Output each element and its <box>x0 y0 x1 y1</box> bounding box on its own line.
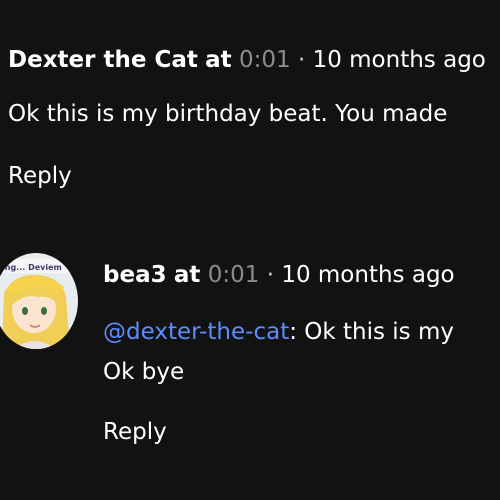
comment-at-label: at <box>173 262 201 288</box>
comment-at-label: at <box>205 47 232 73</box>
comment-age: 10 months ago <box>312 47 486 73</box>
user-avatar-icon: ing... Deviem <box>0 253 78 349</box>
comment-age: 10 months ago <box>281 262 455 288</box>
comment-thread: Dexter the Cat at 0:01 · 10 months ago O… <box>0 0 500 500</box>
comment-body: @dexter-the-cat: Ok this is my <box>103 315 454 349</box>
comment-author[interactable]: Dexter the Cat <box>8 47 198 73</box>
reply-button[interactable]: Reply <box>103 417 167 447</box>
meta-separator: · <box>297 47 306 73</box>
reply-button[interactable]: Reply <box>8 161 72 191</box>
meta-separator: · <box>266 262 275 288</box>
comment-timecode[interactable]: 0:01 <box>208 262 260 288</box>
avatar[interactable]: ing... Deviem <box>0 253 78 349</box>
comment-body-line2: Ok bye <box>103 359 185 385</box>
comment-meta: bea3 at 0:01 · 10 months ago <box>103 260 455 290</box>
avatar-banner-text: ing... Deviem <box>2 263 62 272</box>
comment-meta: Dexter the Cat at 0:01 · 10 months ago <box>8 45 486 75</box>
comment-body: Ok this is my birthday beat. You made <box>8 101 448 127</box>
comment-author[interactable]: bea3 <box>103 262 167 288</box>
comment-timecode[interactable]: 0:01 <box>239 47 291 73</box>
comment-body-text: : Ok this is my <box>289 319 454 345</box>
user-mention-link[interactable]: @dexter-the-cat <box>103 319 289 345</box>
